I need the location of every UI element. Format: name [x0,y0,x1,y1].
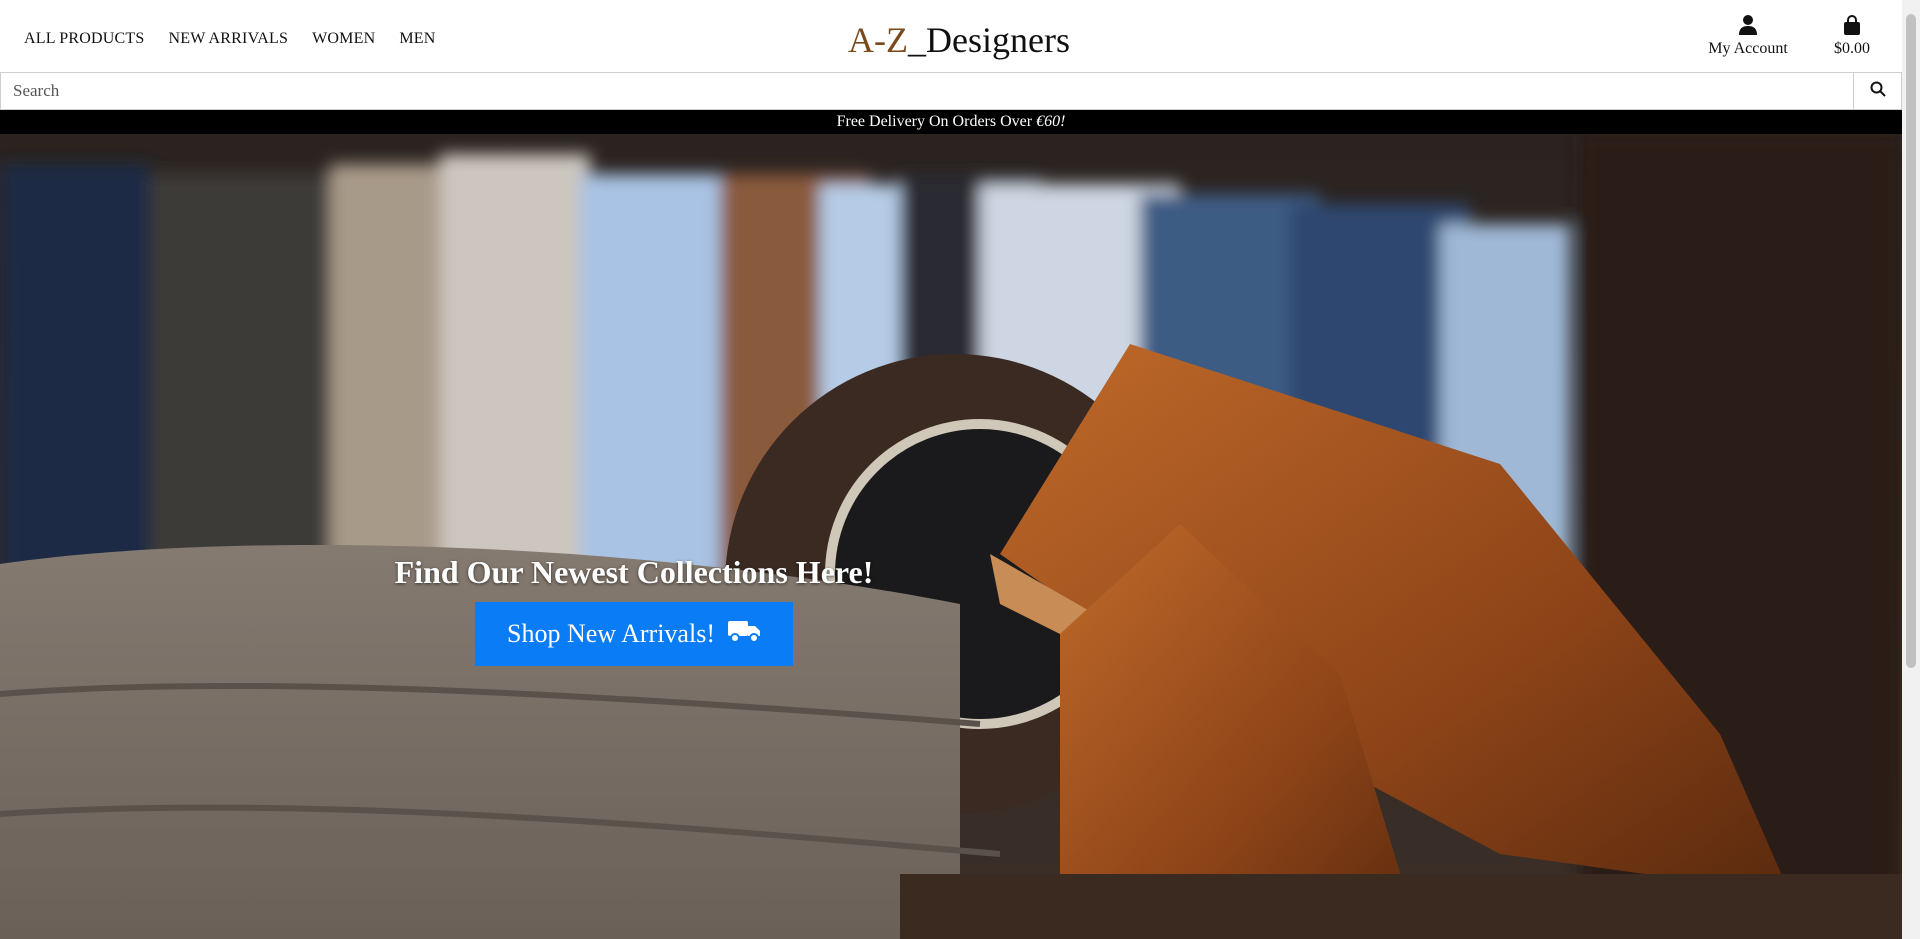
truck-icon [727,619,761,650]
my-account-link[interactable]: My Account [1700,14,1796,58]
search-icon [1870,81,1886,102]
promo-banner: Free Delivery On Orders Over €60! [0,110,1902,134]
hero-background-image [0,134,1902,939]
scrollbar-thumb[interactable] [1906,14,1916,668]
logo-rest: _Designers [907,20,1070,60]
cart-link[interactable]: $0.00 [1826,14,1878,58]
search-button[interactable] [1854,72,1902,110]
hero-title: Find Our Newest Collections Here! [394,554,874,590]
cart-total: $0.00 [1834,40,1870,57]
promo-amount: €60! [1036,113,1066,130]
shop-new-arrivals-button[interactable]: Shop New Arrivals! [475,602,793,666]
site-header: ALL PRODUCTS NEW ARRIVALS WOMEN MEN A-Z_… [0,0,1902,72]
promo-text: Free Delivery On Orders Over [836,113,1037,130]
nav-all-products[interactable]: ALL PRODUCTS [24,30,145,48]
user-icon [1700,14,1796,40]
nav-men[interactable]: MEN [399,30,435,48]
nav-new-arrivals[interactable]: NEW ARRIVALS [169,30,289,48]
site-logo[interactable]: A-Z_Designers [848,18,1070,62]
page-scrollbar[interactable] [1902,0,1920,939]
nav-women[interactable]: WOMEN [312,30,375,48]
hero-banner: Find Our Newest Collections Here! Shop N… [0,134,1902,939]
my-account-label: My Account [1708,40,1788,57]
search-bar [0,72,1902,110]
shop-new-arrivals-label: Shop New Arrivals! [507,619,715,648]
main-nav: ALL PRODUCTS NEW ARRIVALS WOMEN MEN [24,30,435,48]
logo-accent: A-Z [848,20,908,60]
search-input[interactable] [0,72,1854,110]
shopping-bag-icon [1826,14,1878,40]
